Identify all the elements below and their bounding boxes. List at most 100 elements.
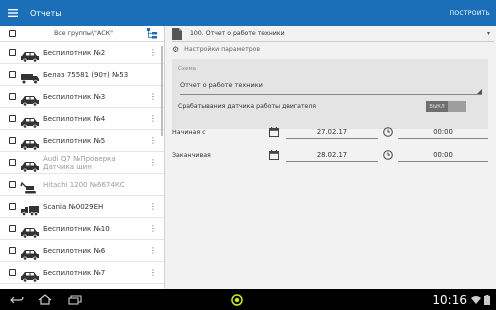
vehicle-name: Беспилотник №4 — [43, 114, 106, 123]
vehicle-row[interactable]: Беспилотник №7 ⋮ — [0, 262, 164, 284]
car-icon — [20, 113, 40, 128]
sensor-toggle[interactable]: ВЫКЛ — [426, 101, 466, 112]
schema-box: Схема Отчет о работе техники Срабатывани… — [172, 59, 488, 129]
vehicle-checkbox[interactable] — [9, 115, 16, 122]
start-label: Начиная с — [172, 129, 206, 136]
vehicle-checkbox[interactable] — [9, 137, 16, 144]
vehicle-name: Scania №0029ЕН — [43, 202, 104, 211]
car-icon — [20, 91, 40, 106]
vehicle-row[interactable]: Scania №0029ЕН ⋮ — [0, 196, 164, 218]
dropdown-triangle-icon — [477, 89, 482, 94]
vehicle-row[interactable]: Беспилотник №5 ⋮ — [0, 130, 164, 152]
start-time-field[interactable]: 00:00 — [398, 126, 488, 139]
group-selector[interactable]: Все группы\"АСК" — [0, 26, 164, 42]
vehicle-checkbox[interactable] — [9, 49, 16, 56]
more-options-icon[interactable]: ⋮ — [148, 202, 158, 211]
more-options-icon[interactable]: ⋮ — [148, 158, 158, 167]
vehicle-row[interactable]: Hitachi 1200 №6674КС — [0, 174, 164, 196]
vehicle-row[interactable]: Audi Q7 №Проверка Датчика шин ⋮ — [0, 152, 164, 174]
more-options-icon[interactable]: ⋮ — [148, 268, 158, 277]
status-clock: 10:16 — [432, 292, 467, 307]
group-tree-icon[interactable] — [145, 27, 159, 41]
car-icon — [20, 245, 40, 260]
clock-icon[interactable] — [383, 127, 393, 137]
vehicle-name: Беспилотник №6 — [43, 246, 106, 255]
vehicle-name: Беспилотник №2 — [43, 48, 106, 57]
parameters-label: Настройки параметров — [184, 45, 261, 53]
scrollbar[interactable] — [161, 46, 163, 136]
schema-value: Отчет о работе техники — [180, 81, 263, 89]
start-date-field[interactable]: 27.02.17 — [286, 126, 378, 139]
more-options-icon[interactable]: ⋮ — [148, 246, 158, 255]
vehicle-checkbox[interactable] — [9, 269, 16, 276]
vehicle-name: Беспилотник №3 — [43, 92, 106, 101]
recent-apps-icon[interactable] — [64, 289, 86, 310]
dump-truck-icon — [20, 69, 40, 84]
report-selector[interactable]: 100. Отчет о работе техники ▾ — [172, 26, 494, 42]
car-icon — [20, 47, 40, 62]
schema-dropdown[interactable]: Отчет о работе техники — [180, 81, 482, 95]
vehicle-row[interactable]: Беспилотник №4 ⋮ — [0, 108, 164, 130]
car-icon — [20, 223, 40, 238]
document-icon — [172, 27, 182, 40]
vehicle-row[interactable]: Беспилотник №6 ⋮ — [0, 240, 164, 262]
system-tray — [471, 294, 490, 305]
select-all-checkbox[interactable] — [9, 30, 16, 37]
more-options-icon[interactable]: ⋮ — [148, 48, 158, 57]
vehicle-checkbox[interactable] — [9, 93, 16, 100]
chevron-down-icon: ▾ — [486, 30, 490, 37]
report-name: 100. Отчет о работе техники — [190, 30, 285, 37]
vehicle-checkbox[interactable] — [9, 225, 16, 232]
more-options-icon[interactable]: ⋮ — [148, 136, 158, 145]
page-title: Отчеты — [30, 8, 62, 18]
car-icon — [20, 267, 40, 282]
truck-icon — [20, 201, 40, 216]
car-icon — [20, 157, 40, 172]
vehicle-name: Беспилотник №7 — [43, 268, 106, 277]
vehicle-name: Белаз 75581 (90т) №53 — [43, 70, 129, 79]
calendar-icon[interactable] — [269, 127, 279, 137]
toggle-knob: ВЫКЛ — [426, 101, 448, 112]
build-button[interactable]: ПОСТРОИТЬ — [450, 10, 490, 17]
report-settings-panel: 100. Отчет о работе техники ▾ ⚙ Настройк… — [166, 26, 496, 289]
vehicle-checkbox[interactable] — [9, 203, 16, 210]
more-options-icon[interactable]: ⋮ — [148, 114, 158, 123]
app-bar: Отчеты ПОСТРОИТЬ — [0, 0, 496, 26]
calendar-icon[interactable] — [269, 150, 279, 160]
home-icon[interactable] — [34, 289, 56, 310]
vehicle-row[interactable]: Беспилотник №10 ⋮ — [0, 218, 164, 240]
group-name[interactable]: Все группы\"АСК" — [22, 30, 145, 37]
menu-icon[interactable] — [0, 0, 26, 26]
vehicle-checkbox[interactable] — [9, 159, 16, 166]
start-date-row: Начиная с 27.02.17 00:00 — [172, 126, 488, 140]
vehicle-row[interactable]: Белаз 75581 (90т) №53 — [0, 64, 164, 86]
vehicle-checkbox[interactable] — [9, 71, 16, 78]
more-options-icon[interactable]: ⋮ — [148, 224, 158, 233]
end-label: Заканчивая — [172, 152, 211, 159]
clock-icon[interactable] — [383, 150, 393, 160]
parameters-settings[interactable]: ⚙ Настройки параметров — [172, 43, 260, 55]
system-nav-bar: 10:16 — [0, 289, 496, 310]
vehicle-checkbox[interactable] — [9, 181, 16, 188]
vehicle-row[interactable]: Беспилотник №2 ⋮ — [0, 42, 164, 64]
end-time-field[interactable]: 00:00 — [398, 149, 488, 162]
vehicle-name: Audi Q7 №Проверка Датчика шин — [43, 154, 116, 171]
back-icon[interactable] — [6, 289, 28, 310]
car-icon — [20, 135, 40, 150]
wifi-icon — [471, 296, 481, 304]
end-date-row: Заканчивая 28.02.17 00:00 — [172, 149, 488, 163]
vehicle-name: Беспилотник №5 — [43, 136, 106, 145]
vehicle-name: Hitachi 1200 №6674КС — [43, 180, 125, 189]
assistant-dot-icon[interactable] — [226, 289, 248, 310]
vehicle-checkbox[interactable] — [9, 247, 16, 254]
battery-icon — [484, 294, 490, 305]
excavator-icon — [20, 179, 40, 193]
end-date-field[interactable]: 28.02.17 — [286, 149, 378, 162]
vehicle-row[interactable]: Беспилотник №3 ⋮ — [0, 86, 164, 108]
vehicle-name: Беспилотник №10 — [43, 224, 110, 233]
more-options-icon[interactable]: ⋮ — [148, 92, 158, 101]
vehicle-list-panel: Все группы\"АСК" Беспилотник №2 ⋮ Белаз 75… — [0, 26, 165, 289]
schema-label: Схема — [178, 66, 196, 72]
sensor-label: Срабатывания датчика работы двигателя — [178, 103, 317, 110]
gear-icon: ⚙ — [172, 44, 180, 54]
